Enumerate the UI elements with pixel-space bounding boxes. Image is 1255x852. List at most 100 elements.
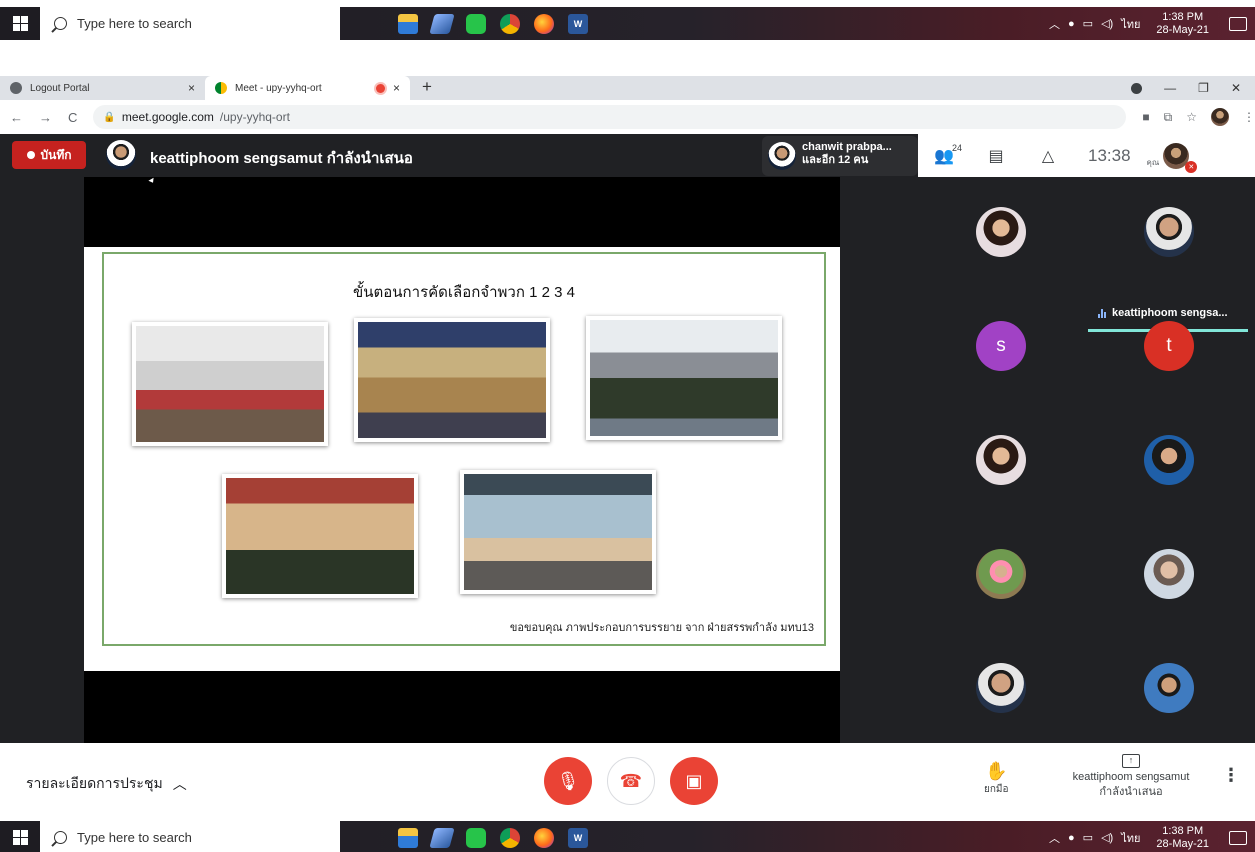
- camera-icon[interactable]: ■: [1142, 110, 1149, 124]
- mic-off-icon: 🎙: [556, 770, 580, 791]
- language-indicator[interactable]: ไทย: [1121, 829, 1140, 847]
- word-icon[interactable]: W: [568, 827, 588, 848]
- presenting-name: keattiphoom sengsamut: [1072, 771, 1190, 783]
- paint-icon[interactable]: [429, 827, 455, 848]
- translate-icon[interactable]: ⧉: [1164, 110, 1173, 125]
- chevron-up-icon[interactable]: ︿: [1049, 16, 1060, 32]
- menu-icon[interactable]: ⋮: [1243, 110, 1255, 124]
- raise-hand-label: ยกมือ: [984, 784, 1009, 795]
- start-button[interactable]: [0, 821, 40, 852]
- end-call-button[interactable]: ☎: [607, 757, 655, 805]
- self-avatar[interactable]: ✕: [1163, 142, 1198, 173]
- mic-toggle-button[interactable]: 🎙: [544, 757, 592, 805]
- reload-icon[interactable]: C: [68, 110, 77, 125]
- chrome-icon[interactable]: [500, 827, 520, 848]
- peek-avatar: [768, 142, 796, 170]
- profile-dot-icon[interactable]: [1131, 82, 1143, 94]
- volume-icon[interactable]: ◁): [1101, 17, 1113, 30]
- notification-icon[interactable]: [1229, 830, 1247, 845]
- microphone-icon[interactable]: ●: [1068, 18, 1075, 30]
- new-tab-button[interactable]: +: [410, 76, 444, 100]
- participant-tile[interactable]: [1144, 435, 1194, 485]
- hand-icon: ✋: [985, 761, 1008, 781]
- more-options-icon[interactable]: ⋮: [1222, 765, 1240, 786]
- taskbar-date: 28-May-21: [1156, 23, 1209, 36]
- window-controls: — ❐ ✕: [1131, 76, 1255, 100]
- participant-tile[interactable]: s: [976, 321, 1026, 371]
- volume-icon[interactable]: ◁): [1101, 831, 1113, 844]
- tab-meet[interactable]: Meet - upy-yyhq-ort ×: [205, 76, 410, 100]
- presenting-status: กำลังนำเสนอ: [1099, 786, 1163, 798]
- url-host: meet.google.com: [121, 110, 214, 124]
- chrome-icon[interactable]: [500, 13, 520, 34]
- taskbar-apps: W: [398, 13, 588, 34]
- meet-top-bar: 👥 24 ▤ △ 13:38 คุณ ✕: [918, 134, 1255, 177]
- meet-controls-bar: รายละเอียดการประชุม ︿ 🎙 ☎ ▣ ✋ ยกมือ ↑ ke…: [0, 743, 1255, 821]
- toolbar-icons: ■ ⧉ ☆ ⋮: [1142, 108, 1255, 126]
- taskbar-clock[interactable]: 1:38 PM 28-May-21: [1156, 825, 1209, 851]
- slide-frame: ขั้นตอนการคัดเลือกจำพวก 1 2 3 4 ขอขอบคุณ…: [102, 252, 826, 646]
- start-button[interactable]: [0, 7, 40, 40]
- participant-tile-speaking[interactable]: [1144, 207, 1194, 257]
- slide-photo: [132, 322, 328, 446]
- meet-window: ขั้นตอนการคัดเลือกจำพวก 1 2 3 4 ขอขอบคุณ…: [0, 134, 1255, 821]
- close-tab-icon[interactable]: ×: [188, 81, 195, 95]
- recording-indicator-icon: [375, 83, 385, 93]
- slide-credit: ขอขอบคุณ ภาพประกอบการบรรยาย จาก ฝ่ายสรรพ…: [509, 622, 814, 634]
- notification-icon[interactable]: [1229, 16, 1247, 31]
- mic-off-icon: ✕: [1185, 160, 1198, 173]
- presenting-button[interactable]: ↑ keattiphoom sengsamut กำลังนำเสนอ: [1066, 753, 1196, 800]
- profile-avatar[interactable]: [1211, 108, 1229, 126]
- taskbar-clock[interactable]: 1:38 PM 28-May-21: [1156, 11, 1209, 37]
- chevron-up-icon: ︿: [172, 776, 187, 792]
- meeting-details-button[interactable]: รายละเอียดการประชุม ︿: [26, 773, 187, 795]
- presented-slide: ขั้นตอนการคัดเลือกจำพวก 1 2 3 4 ขอขอบคุณ…: [84, 247, 840, 671]
- activities-button[interactable]: △: [1022, 134, 1074, 177]
- participant-tile[interactable]: [976, 549, 1026, 599]
- search-icon: [54, 831, 67, 844]
- taskbar-bottom: Type here to search W ︿ ● ▭ ◁) ไทย 1:38 …: [0, 821, 1255, 852]
- microphone-icon[interactable]: ●: [1068, 832, 1075, 844]
- close-window-icon[interactable]: ✕: [1231, 81, 1241, 95]
- line-app-icon[interactable]: [466, 827, 486, 848]
- paint-icon[interactable]: [429, 13, 455, 34]
- meet-clock: 13:38: [1088, 145, 1131, 165]
- participant-tile[interactable]: [1144, 549, 1194, 599]
- chevron-up-icon[interactable]: ︿: [1049, 830, 1060, 846]
- firefox-icon[interactable]: [534, 13, 554, 34]
- people-button[interactable]: 👥 24: [918, 134, 970, 177]
- recording-badge[interactable]: บันทึก: [12, 141, 86, 169]
- peek-text: chanwit prabpa... และอีก 12 คน: [802, 141, 892, 167]
- participant-peek[interactable]: chanwit prabpa... และอีก 12 คน: [762, 136, 918, 176]
- taskbar-search[interactable]: Type here to search: [40, 821, 340, 852]
- file-explorer-icon[interactable]: [398, 13, 418, 34]
- url-input[interactable]: 🔒 meet.google.com/upy-yyhq-ort: [93, 105, 1127, 129]
- participant-grid: keattiphoom sengsa... s t: [918, 177, 1255, 743]
- chat-button[interactable]: ▤: [970, 134, 1022, 177]
- raise-hand-button[interactable]: ✋ ยกมือ: [984, 761, 1009, 797]
- line-app-icon[interactable]: [466, 13, 486, 34]
- participant-tile[interactable]: [1144, 663, 1194, 713]
- taskbar-search[interactable]: Type here to search: [40, 7, 340, 40]
- camera-off-icon: ▣: [685, 770, 703, 791]
- network-icon[interactable]: ▭: [1083, 831, 1093, 844]
- network-icon[interactable]: ▭: [1083, 17, 1093, 30]
- language-indicator[interactable]: ไทย: [1121, 15, 1140, 33]
- participant-tile[interactable]: [976, 663, 1026, 713]
- minimize-icon[interactable]: —: [1164, 81, 1176, 95]
- lock-icon[interactable]: 🔒: [103, 112, 115, 123]
- forward-icon[interactable]: →: [39, 110, 52, 125]
- word-icon[interactable]: W: [568, 13, 588, 34]
- star-icon[interactable]: ☆: [1186, 110, 1197, 124]
- participant-tile[interactable]: [976, 207, 1026, 257]
- restore-icon[interactable]: ❐: [1198, 81, 1209, 95]
- close-tab-icon[interactable]: ×: [393, 81, 400, 95]
- file-explorer-icon[interactable]: [398, 827, 418, 848]
- tab-logout-portal[interactable]: Logout Portal ×: [0, 76, 205, 100]
- browser-tab-strip: Logout Portal × Meet - upy-yyhq-ort × + …: [0, 76, 1255, 100]
- back-icon[interactable]: ←: [10, 110, 23, 125]
- participant-tile[interactable]: [976, 435, 1026, 485]
- camera-toggle-button[interactable]: ▣: [670, 757, 718, 805]
- participant-tile[interactable]: t: [1144, 321, 1194, 371]
- firefox-icon[interactable]: [534, 827, 554, 848]
